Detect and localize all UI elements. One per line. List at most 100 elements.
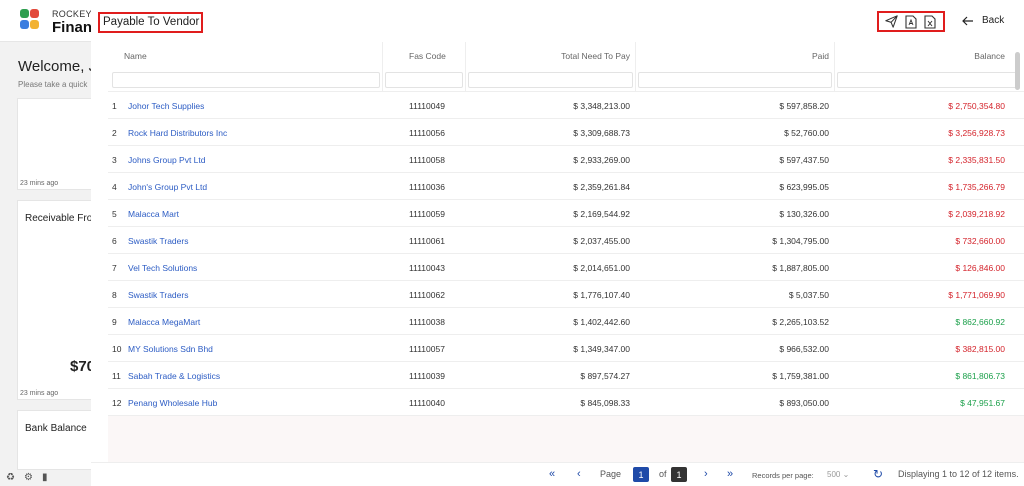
table-row[interactable]: 10 MY Solutions Sdn Bhd 11110057 $ 1,349,34…: [108, 335, 1024, 362]
balance-amount: $ 2,039,218.92: [948, 209, 1005, 219]
fas-code: 11110043: [409, 263, 445, 273]
filter-total-input[interactable]: [468, 72, 633, 88]
back-button[interactable]: Back: [962, 15, 1004, 26]
filter-balance-input[interactable]: [837, 72, 1020, 88]
refresh-icon[interactable]: ↻: [873, 467, 883, 481]
page-label: Page: [600, 469, 622, 479]
col-header-name[interactable]: Name: [124, 51, 147, 61]
fas-code: 11110057: [409, 344, 445, 354]
records-per-page-select[interactable]: 500 ⌄: [827, 470, 849, 479]
table-row[interactable]: 5 Malacca Mart 11110059 $ 2,169,544.92 $ 130…: [108, 200, 1024, 227]
paid-amount: $ 623,995.05: [779, 182, 829, 192]
fas-code: 11110049: [409, 101, 445, 111]
pagination-footer: « ‹ Page 1 of 1 › » Records per page: 50…: [91, 462, 1024, 486]
vendor-name-link[interactable]: Vel Tech Solutions: [128, 263, 197, 273]
first-page-icon[interactable]: «: [549, 468, 555, 480]
balance-amount: $ 3,256,928.73: [948, 128, 1005, 138]
balance-amount: $ 2,750,354.80: [948, 101, 1005, 111]
balance-amount: $ 732,660.00: [955, 236, 1005, 246]
col-header-paid[interactable]: Paid: [812, 51, 829, 61]
total-need-to-pay: $ 2,037,455.00: [573, 236, 630, 246]
fas-code: 11110040: [409, 398, 445, 408]
paid-amount: $ 5,037.50: [788, 290, 829, 300]
time-label: 23 mins ago: [20, 180, 59, 187]
payable-modal: Payable To Vendor Back Name Fas Code Tot…: [91, 0, 1024, 486]
row-index: 9: [112, 317, 117, 327]
prev-page-icon[interactable]: ‹: [577, 468, 581, 480]
chevron-down-icon: ⌄: [842, 470, 850, 479]
table-row[interactable]: 11 Sabah Trade & Logistics 11110039 $ 897,5…: [108, 362, 1024, 389]
table-row[interactable]: 9 Malacca MegaMart 11110038 $ 1,402,442.60 $…: [108, 308, 1024, 335]
paid-amount: $ 130,326.00: [779, 209, 829, 219]
vendor-name-link[interactable]: Johor Tech Supplies: [128, 101, 204, 111]
table-row[interactable]: 6 Swastik Traders 11110061 $ 2,037,455.00 $ …: [108, 227, 1024, 254]
records-per-page-label: Records per page:: [752, 471, 814, 480]
paid-amount: $ 966,532.00: [779, 344, 829, 354]
recycle-icon[interactable]: ♻: [6, 472, 15, 483]
send-icon[interactable]: [884, 14, 900, 30]
fas-code: 11110039: [409, 371, 445, 381]
pdf-icon[interactable]: [903, 14, 919, 30]
row-index: 8: [112, 290, 117, 300]
total-need-to-pay: $ 1,349,347.00: [573, 344, 630, 354]
grid-scrollbar[interactable]: [1015, 52, 1020, 90]
balance-amount: $ 126,846.00: [955, 263, 1005, 273]
vendor-name-link[interactable]: Sabah Trade & Logistics: [128, 371, 220, 381]
row-index: 11: [112, 371, 121, 381]
table-row[interactable]: 1 Johor Tech Supplies 11110049 $ 3,348,213.…: [108, 92, 1024, 119]
table-row[interactable]: 3 Johns Group Pvt Ltd 11110058 $ 2,933,269.…: [108, 146, 1024, 173]
back-label: Back: [982, 15, 1005, 26]
col-header-total[interactable]: Total Need To Pay: [561, 51, 630, 61]
table-row[interactable]: 4 John's Group Pvt Ltd 11110036 $ 2,359,261…: [108, 173, 1024, 200]
last-page-icon[interactable]: »: [727, 468, 733, 480]
total-need-to-pay: $ 2,169,544.92: [573, 209, 630, 219]
vendor-name-link[interactable]: John's Group Pvt Ltd: [128, 182, 207, 192]
app-logo: [20, 9, 40, 31]
fas-code: 11110058: [409, 155, 445, 165]
balance-amount: $ 1,771,069.90: [948, 290, 1005, 300]
col-header-balance[interactable]: Balance: [974, 51, 1005, 61]
table-row[interactable]: 7 Vel Tech Solutions 11110043 $ 2,014,651.0…: [108, 254, 1024, 281]
col-header-fas-code[interactable]: Fas Code: [409, 51, 446, 61]
table-row[interactable]: 2 Rock Hard Distributors Inc 11110056 $ 3,3…: [108, 119, 1024, 146]
modal-title: Payable To Vendor: [98, 12, 203, 33]
paid-amount: $ 597,858.20: [779, 101, 829, 111]
settings-icon[interactable]: ⚙: [24, 472, 33, 483]
next-page-icon[interactable]: ›: [704, 468, 708, 480]
records-value: 500: [827, 470, 841, 479]
total-need-to-pay: $ 897,574.27: [580, 371, 630, 381]
balance-amount: $ 861,806.73: [955, 371, 1005, 381]
vendor-name-link[interactable]: Swastik Traders: [128, 290, 188, 300]
paid-amount: $ 2,265,103.52: [772, 317, 829, 327]
vendor-name-link[interactable]: Swastik Traders: [128, 236, 188, 246]
row-index: 4: [112, 182, 117, 192]
filter-name-input[interactable]: [112, 72, 380, 88]
paid-amount: $ 1,304,795.00: [772, 236, 829, 246]
vendor-name-link[interactable]: MY Solutions Sdn Bhd: [128, 344, 213, 354]
paid-amount: $ 893,050.00: [779, 398, 829, 408]
arrow-left-icon: [962, 16, 973, 25]
row-index: 3: [112, 155, 117, 165]
fas-code: 11110061: [409, 236, 445, 246]
balance-amount: $ 382,815.00: [955, 344, 1005, 354]
paid-amount: $ 1,759,381.00: [772, 371, 829, 381]
vendor-name-link[interactable]: Malacca Mart: [128, 209, 179, 219]
excel-icon[interactable]: [922, 14, 938, 30]
welcome-subtext: Please take a quick: [18, 80, 88, 89]
bottom-toolbar: ♻ ⚙ ▮: [6, 472, 47, 483]
table-row[interactable]: 12 Penang Wholesale Hub 11110040 $ 845,098.…: [108, 389, 1024, 416]
bookmark-icon[interactable]: ▮: [42, 472, 48, 483]
total-need-to-pay: $ 1,402,442.60: [573, 317, 630, 327]
vendor-name-link[interactable]: Johns Group Pvt Ltd: [128, 155, 206, 165]
filter-fas-input[interactable]: [385, 72, 463, 88]
card-title: Bank Balance: [25, 423, 87, 434]
table-row[interactable]: 8 Swastik Traders 11110062 $ 1,776,107.40 $ …: [108, 281, 1024, 308]
vendor-name-link[interactable]: Rock Hard Distributors Inc: [128, 128, 227, 138]
row-index: 10: [112, 344, 122, 354]
export-icon-group: [877, 11, 945, 32]
paid-amount: $ 597,437.50: [779, 155, 829, 165]
filter-paid-input[interactable]: [638, 72, 832, 88]
vendor-name-link[interactable]: Penang Wholesale Hub: [128, 398, 217, 408]
current-page-input[interactable]: 1: [633, 467, 649, 482]
vendor-name-link[interactable]: Malacca MegaMart: [128, 317, 200, 327]
